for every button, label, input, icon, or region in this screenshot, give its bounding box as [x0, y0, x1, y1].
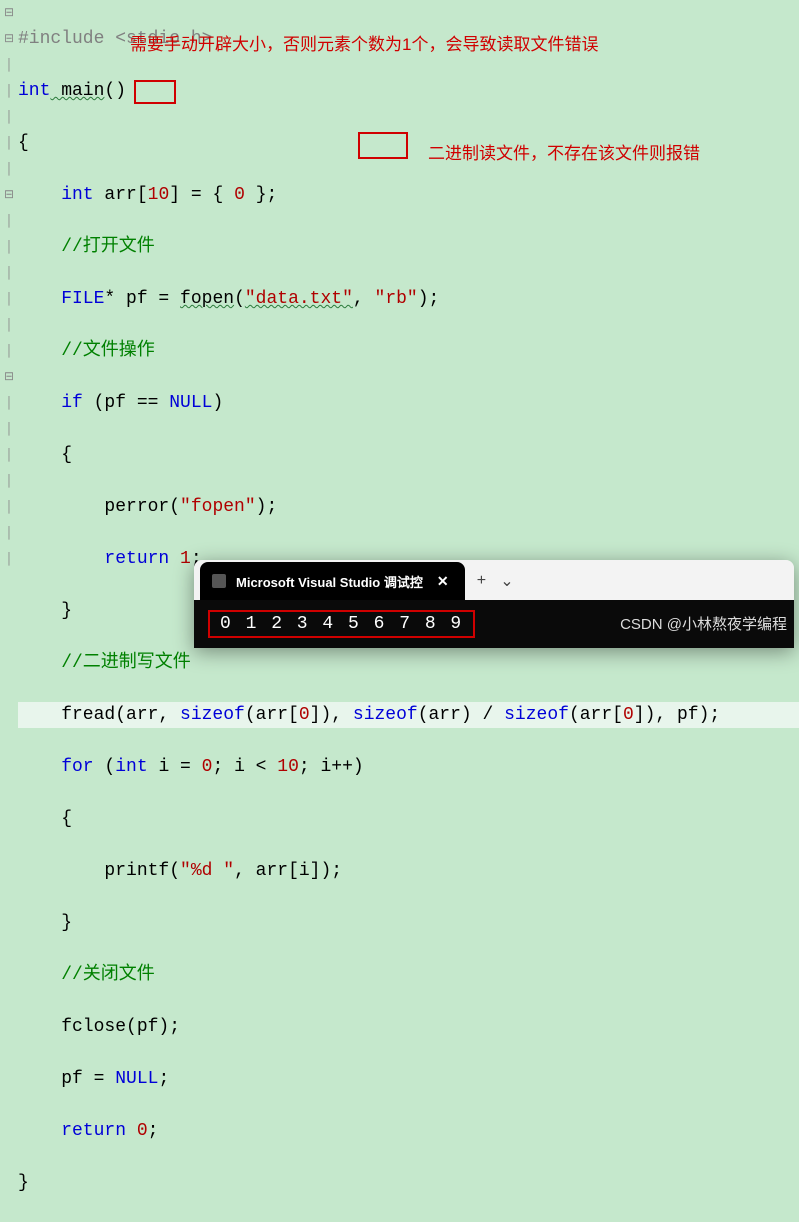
new-tab-button[interactable]: + — [477, 572, 487, 590]
comment: //关闭文件 — [18, 965, 155, 985]
tab-dropdown-icon[interactable]: ⌄ — [500, 571, 513, 591]
annotation-text: 二进制读文件，不存在该文件则报错 — [428, 139, 700, 164]
highlighted-line: fread(arr, sizeof(arr[0]), sizeof(arr) /… — [18, 702, 799, 728]
fold-toggle[interactable]: ⊟ — [0, 182, 18, 208]
terminal-icon — [212, 574, 226, 588]
tab-title: Microsoft Visual Studio 调试控 — [236, 572, 423, 591]
highlight-box — [358, 132, 408, 159]
fold-gutter: ⊟ ⊟ │ │ │ │ │ ⊟ │ │ │ │ │ │ ⊟ │ │ │ │ │ … — [0, 0, 18, 654]
comment: //打开文件 — [18, 237, 155, 257]
terminal-tab[interactable]: Microsoft Visual Studio 调试控 ✕ — [200, 562, 465, 600]
comment: //文件操作 — [18, 341, 155, 361]
annotation-text: 需要手动开辟大小，否则元素个数为1个，会导致读取文件错误 — [130, 30, 598, 55]
fold-toggle[interactable]: ⊟ — [0, 0, 18, 26]
fold-toggle[interactable]: ⊟ — [0, 26, 18, 52]
fold-toggle[interactable]: ⊟ — [0, 364, 18, 390]
highlight-box — [134, 80, 176, 104]
close-icon[interactable]: ✕ — [433, 571, 453, 592]
watermark: CSDN @小林熬夜学编程 — [620, 613, 787, 634]
preprocessor: #include — [18, 29, 115, 49]
terminal-tab-bar: Microsoft Visual Studio 调试控 ✕ + ⌄ — [194, 560, 794, 600]
comment: //二进制写文件 — [18, 653, 191, 673]
terminal-output: 0 1 2 3 4 5 6 7 8 9 — [208, 610, 475, 638]
terminal-window: Microsoft Visual Studio 调试控 ✕ + ⌄ 0 1 2 … — [194, 560, 794, 648]
